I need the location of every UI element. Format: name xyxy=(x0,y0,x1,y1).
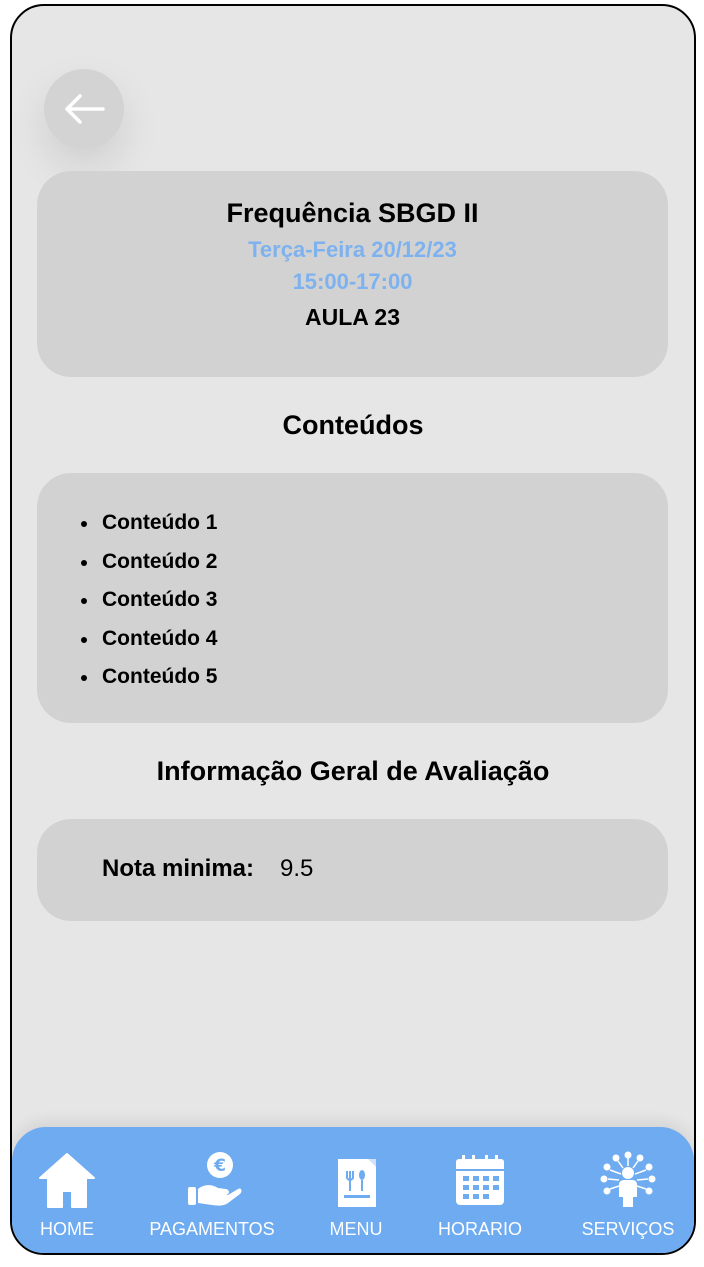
home-icon xyxy=(39,1153,95,1208)
back-button[interactable] xyxy=(44,69,124,149)
evaluation-card: Nota minima: 9.5 xyxy=(37,819,668,921)
payment-icon: € xyxy=(188,1152,242,1206)
nav-label-payments: PAGAMENTOS xyxy=(149,1219,275,1239)
list-item: Conteúdo 1 xyxy=(81,511,218,550)
svg-text:€: € xyxy=(213,1156,226,1176)
lesson-number: AULA 23 xyxy=(305,304,400,330)
nav-item-home[interactable]: HOME xyxy=(26,1127,108,1253)
nav-label-home: HOME xyxy=(40,1219,94,1239)
services-icon xyxy=(600,1151,656,1207)
nav-item-payments[interactable]: € PAGAMENTOS xyxy=(140,1127,284,1253)
list-item: Conteúdo 3 xyxy=(81,588,218,627)
list-item: Conteúdo 2 xyxy=(81,550,218,589)
nav-label-services: SERVIÇOS xyxy=(581,1219,675,1239)
arrow-left-icon xyxy=(65,94,105,124)
contents-card: Conteúdo 1 Conteúdo 2 Conteúdo 3 Conteúd… xyxy=(37,473,668,723)
nav-label-menu: MENU xyxy=(329,1219,383,1239)
nav-item-schedule[interactable]: HORARIO xyxy=(428,1127,532,1253)
contents-title: Conteúdos xyxy=(282,410,424,440)
min-grade-value: 9.5 xyxy=(280,855,314,882)
nav-label-schedule: HORARIO xyxy=(437,1219,522,1239)
menu-icon xyxy=(338,1159,376,1207)
nav-item-menu[interactable]: MENU xyxy=(318,1127,394,1253)
class-date: Terça-Feira 20/12/23 xyxy=(248,237,457,262)
phone-frame: Frequência SBGD II Terça-Feira 20/12/23 … xyxy=(10,4,696,1255)
calendar-icon xyxy=(456,1155,504,1205)
bottom-nav: HOME € PAGAMENTOS MENU HORARIO SERVIÇOS xyxy=(12,1127,694,1253)
class-title: Frequência SBGD II xyxy=(226,198,479,228)
nav-item-services[interactable]: SERVIÇOS xyxy=(566,1127,690,1253)
list-item: Conteúdo 5 xyxy=(81,665,218,704)
min-grade-label: Nota minima: xyxy=(102,855,255,882)
class-time: 15:00-17:00 xyxy=(292,269,413,294)
evaluation-title: Informação Geral de Avaliação xyxy=(156,756,550,786)
contents-list: Conteúdo 1 Conteúdo 2 Conteúdo 3 Conteúd… xyxy=(81,511,218,704)
list-item: Conteúdo 4 xyxy=(81,627,218,666)
class-info-card: Frequência SBGD II Terça-Feira 20/12/23 … xyxy=(37,171,668,377)
